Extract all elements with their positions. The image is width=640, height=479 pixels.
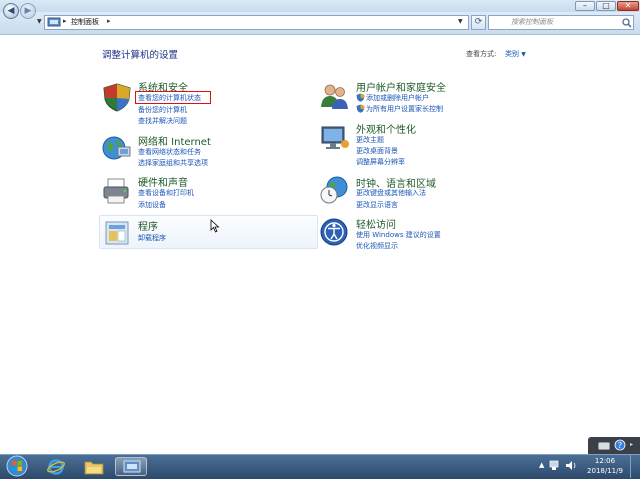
uac-shield-icon	[356, 93, 365, 102]
link-backup-computer[interactable]: 备份您的计算机	[138, 105, 187, 115]
shield-icon	[103, 83, 131, 112]
internet-explorer-icon	[47, 459, 65, 475]
link-change-display-language[interactable]: 更改显示语言	[356, 200, 398, 210]
volume-icon[interactable]	[565, 460, 577, 471]
uac-shield-icon	[356, 104, 365, 113]
printer-icon	[103, 178, 129, 204]
close-button[interactable]: ✕	[617, 1, 639, 11]
link-optimize-video-display[interactable]: 优化视频显示	[356, 241, 398, 251]
taskbar-control-panel[interactable]	[115, 457, 147, 476]
link-change-input-method[interactable]: 更改键盘或其他输入法	[356, 188, 426, 198]
control-panel-icon	[47, 17, 61, 27]
link-devices-printers[interactable]: 查看设备和打印机	[138, 188, 194, 198]
taskbar-ie[interactable]	[40, 457, 72, 476]
back-arrow-icon[interactable]: ◀	[3, 3, 19, 19]
link-change-theme[interactable]: 更改主题	[356, 135, 384, 145]
start-button-icon[interactable]	[6, 455, 28, 477]
view-by-label: 查看方式:	[466, 50, 497, 58]
link-network-status[interactable]: 查看网络状态和任务	[138, 147, 201, 157]
programs-hover-box[interactable]	[99, 215, 318, 249]
chevron-down-icon: ▼	[521, 51, 526, 58]
address-bar[interactable]: ▸ 控制面板 ▸ ▼	[44, 15, 469, 30]
recent-pages-dropdown-icon[interactable]: ▼	[37, 18, 42, 25]
link-add-remove-users[interactable]: 添加或删除用户帐户	[366, 93, 429, 103]
minimize-button[interactable]: –	[575, 1, 595, 11]
display-icon	[321, 126, 349, 149]
svg-text:?: ?	[618, 441, 622, 450]
programs-icon	[105, 221, 129, 245]
keyboard-icon	[598, 442, 610, 450]
search-input[interactable]: 搜索控制面板	[488, 15, 634, 30]
folder-icon	[84, 461, 104, 475]
link-screen-resolution[interactable]: 调整屏幕分辨率	[356, 157, 405, 167]
taskbar-time[interactable]: 12:06	[585, 457, 625, 465]
link-troubleshoot[interactable]: 查找并解决问题	[138, 116, 187, 126]
category-ease-of-access[interactable]: 轻松访问	[356, 216, 396, 231]
breadcrumb-separator-icon: ▸	[63, 17, 67, 25]
taskbar-explorer[interactable]	[78, 457, 110, 476]
forward-arrow-icon[interactable]: ▶	[20, 3, 36, 19]
help-icon: ?	[614, 439, 626, 451]
network-globe-icon	[102, 136, 131, 160]
search-icon[interactable]	[622, 18, 632, 28]
link-parental-controls[interactable]: 为所有用户设置家长控制	[366, 104, 443, 114]
mouse-pointer-icon	[210, 219, 220, 233]
network-tray-icon[interactable]	[549, 460, 561, 471]
window-titlebar	[0, 0, 640, 12]
category-network-internet[interactable]: 网络和 Internet	[138, 133, 211, 148]
notification-area-popup[interactable]: ? ▸	[588, 437, 640, 454]
view-by-dropdown[interactable]: 类别 ▼	[505, 49, 526, 59]
search-placeholder: 搜索控制面板	[511, 18, 553, 26]
category-programs[interactable]: 程序	[138, 218, 158, 233]
users-icon	[321, 84, 348, 109]
link-homegroup-sharing[interactable]: 选择家庭组和共享选项	[138, 158, 208, 168]
page-title: 调整计算机的设置	[102, 50, 179, 61]
popup-arrow-icon: ▸	[630, 441, 634, 448]
view-by-value: 类别	[505, 50, 519, 58]
refresh-icon[interactable]: ⟳	[471, 15, 486, 30]
link-add-device[interactable]: 添加设备	[138, 200, 166, 210]
show-desktop-button[interactable]	[630, 455, 640, 478]
link-change-background[interactable]: 更改桌面背景	[356, 146, 398, 156]
maximize-button[interactable]: □	[596, 1, 616, 11]
taskbar-date[interactable]: 2018/11/9	[585, 467, 625, 475]
link-windows-recommended-settings[interactable]: 使用 Windows 建议的设置	[356, 230, 441, 240]
category-hardware-sound[interactable]: 硬件和声音	[138, 174, 188, 189]
category-appearance[interactable]: 外观和个性化	[356, 121, 416, 136]
link-view-computer-status[interactable]: 查看您的计算机状态	[138, 93, 201, 103]
address-dropdown-icon[interactable]: ▼	[458, 18, 463, 25]
breadcrumb-chevron-icon[interactable]: ▸	[107, 17, 111, 25]
breadcrumb-control-panel[interactable]: 控制面板	[71, 17, 99, 28]
ease-of-access-icon	[320, 218, 348, 246]
clock-globe-icon	[320, 176, 348, 204]
link-uninstall-program[interactable]: 卸载程序	[138, 233, 166, 243]
show-hidden-icons[interactable]: ▲	[539, 461, 544, 469]
category-user-accounts[interactable]: 用户帐户和家庭安全	[356, 79, 446, 94]
control-panel-icon	[123, 460, 141, 473]
